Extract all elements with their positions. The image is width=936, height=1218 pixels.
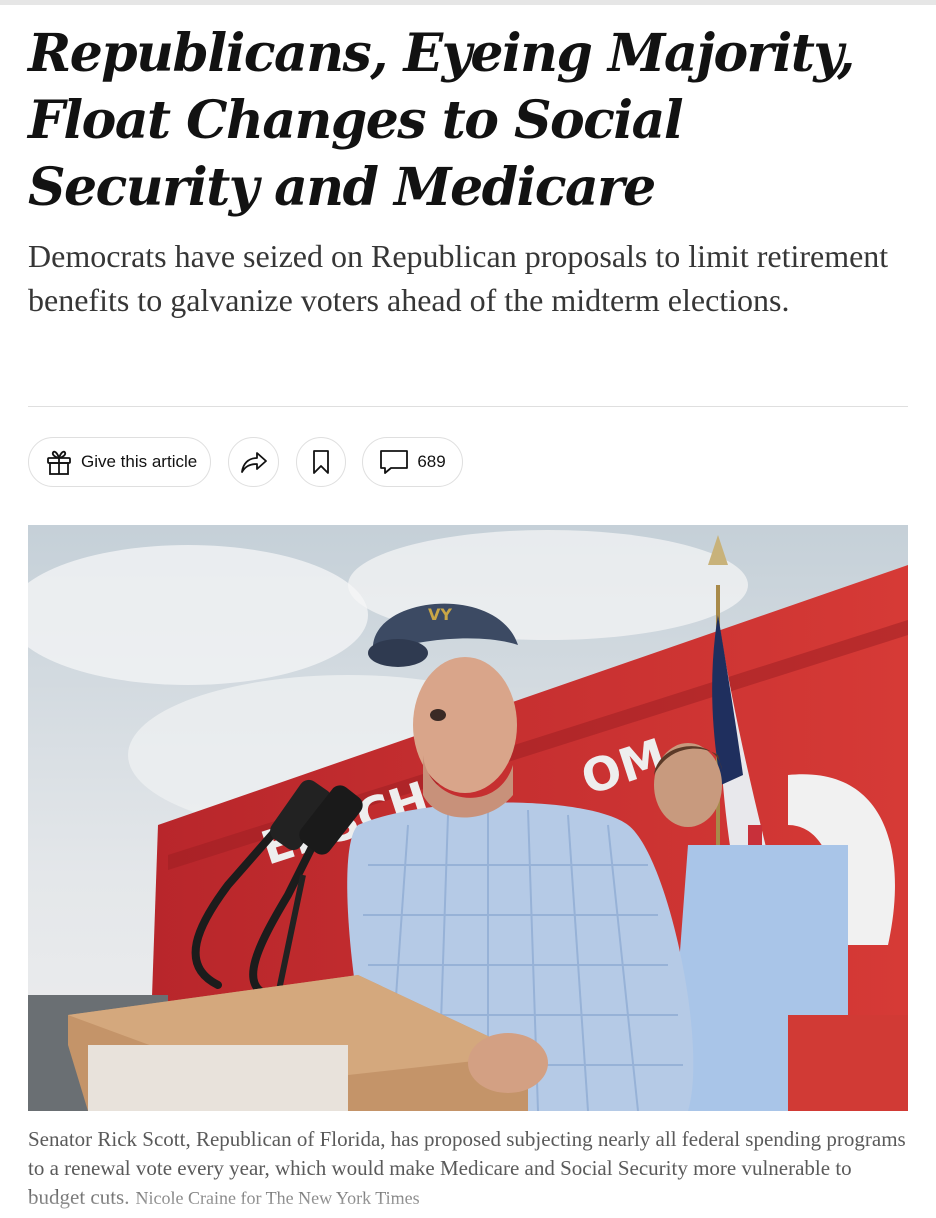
give-article-button[interactable]: Give this article	[28, 437, 211, 487]
save-button[interactable]	[296, 437, 346, 487]
top-shadow	[0, 0, 936, 5]
lead-photo[interactable]: ERSCH OM VY	[28, 525, 908, 1111]
comment-count: 689	[417, 452, 446, 471]
give-article-label: Give this article	[81, 452, 198, 471]
comment-icon	[379, 449, 409, 475]
cap-lettering: VY	[428, 605, 452, 624]
gift-icon	[45, 448, 73, 476]
comments-button[interactable]: 689	[362, 437, 463, 487]
divider	[28, 406, 908, 407]
share-icon	[240, 450, 268, 474]
summary: Democrats have seized on Republican prop…	[28, 238, 889, 318]
headline: Republicans, Eyeing Majority, Float Chan…	[28, 23, 855, 218]
photo-caption-block: Senator Rick Scott, Republican of Florid…	[28, 1125, 908, 1213]
bookmark-icon	[311, 449, 331, 475]
photo-credit: Nicole Craine for The New York Times	[135, 1188, 420, 1208]
share-button[interactable]	[228, 437, 279, 487]
